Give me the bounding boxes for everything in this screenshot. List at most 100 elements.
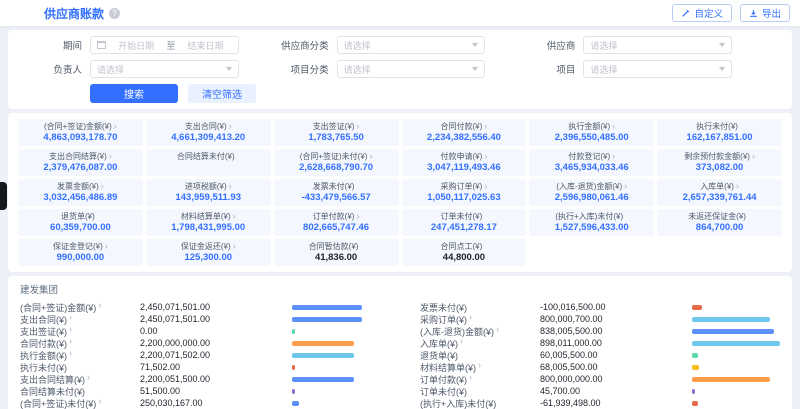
metric-bar-track: [292, 305, 380, 310]
search-button[interactable]: 搜索: [90, 84, 178, 103]
metric-bar-track: [692, 317, 780, 322]
period-daterange-input[interactable]: 开始日期 至 结束日期: [90, 36, 239, 54]
metric-bar: [692, 353, 698, 358]
metric-value: 2,450,071,501.00: [140, 314, 292, 324]
metric-tile[interactable]: 保证金登记(¥)› 990,000.00: [18, 239, 143, 266]
metric-value: -100,016,500.00: [540, 302, 692, 312]
metric-tile[interactable]: 支出签证(¥)› 1,783,765.50: [274, 119, 399, 146]
metric-label: 支出合同(¥)›: [149, 121, 268, 132]
metric-tile[interactable]: 剩余预付款金额(¥)› 373,082.00: [657, 149, 782, 176]
metric-tile[interactable]: 付款登记(¥)› 3,465,934,033.46: [529, 149, 654, 176]
metric-tile[interactable]: 入库单(¥)› 2,657,339,761.44: [657, 179, 782, 206]
metric-tile[interactable]: 执行未付(¥)› 162,167,851.00: [657, 119, 782, 146]
clear-filters-button[interactable]: 清空筛选: [188, 84, 256, 103]
owner-select[interactable]: 请选择: [90, 60, 239, 78]
metric-row[interactable]: 支出签证(¥)› 0.00: [20, 325, 380, 337]
customize-button[interactable]: 自定义: [672, 4, 732, 22]
chevron-right-icon: ›: [612, 121, 615, 131]
metric-bar-track: [292, 377, 380, 382]
help-icon[interactable]: ?: [109, 8, 120, 19]
metric-bar-track: [292, 389, 380, 394]
metric-bar-track: [292, 329, 380, 334]
metric-row[interactable]: 退货单(¥)› 60,005,500.00: [420, 349, 780, 361]
metric-value: 2,200,000,000.00: [140, 338, 292, 348]
metric-tile[interactable]: (执行+入库)未付(¥)› 1,527,596,433.00: [529, 209, 654, 236]
chevron-right-icon: ›: [612, 151, 615, 161]
metric-row[interactable]: 合同结算未付(¥)› 51,500.00: [20, 385, 380, 397]
supplier-category-select[interactable]: 请选择: [337, 36, 486, 54]
metric-label-text: (合同+签证)未付(¥): [20, 397, 96, 409]
metric-tile[interactable]: 材料结算单(¥)› 1,798,431,995.00: [146, 209, 271, 236]
metric-tile[interactable]: (合同+签证)金额(¥)› 4,863,093,178.70: [18, 119, 143, 146]
project-placeholder: 请选择: [590, 63, 617, 76]
metric-tile[interactable]: 支出合同结算(¥)› 2,379,476,087.00: [18, 149, 143, 176]
metric-row[interactable]: 合同付款(¥)› 2,200,000,000.00: [20, 337, 380, 349]
chevron-right-icon: ›: [752, 151, 755, 161]
metric-tile[interactable]: 采购订单(¥)› 1,050,117,025.63: [402, 179, 527, 206]
metric-row[interactable]: 执行未付(¥)› 71,502.00: [20, 361, 380, 373]
metric-row[interactable]: 执行金额(¥)› 2,200,071,502.00: [20, 349, 380, 361]
metric-value: 162,167,851.00: [660, 132, 779, 144]
metric-tile[interactable]: 未返还保证金(¥)› 864,700.00: [657, 209, 782, 236]
metric-label: 未返还保证金(¥)›: [660, 211, 779, 222]
export-label: 导出: [762, 6, 781, 20]
metrics-summary-card: (合同+签证)金额(¥)› 4,863,093,178.70 支出合同(¥)› …: [8, 113, 792, 272]
group-name[interactable]: 建发集团: [20, 282, 780, 296]
metric-tile[interactable]: 退货单(¥)› 60,359,700.00: [18, 209, 143, 236]
metric-label-text: (执行+入库)未付(¥): [555, 212, 623, 221]
metric-tile[interactable]: 订单未付(¥)› 247,451,278.17: [402, 209, 527, 236]
metric-tile[interactable]: 执行金额(¥)› 2,396,550,485.00: [529, 119, 654, 146]
metric-tile[interactable]: 发票未付(¥)› -433,479,566.57: [274, 179, 399, 206]
metric-label: (合同+签证)金额(¥)›: [21, 121, 140, 132]
metric-row[interactable]: 材料结算单(¥)› 68,005,500.00: [420, 361, 780, 373]
metric-tile[interactable]: 合同结算未付(¥)›: [146, 149, 271, 176]
metric-label: 付款登记(¥)›: [532, 151, 651, 162]
metric-tile[interactable]: 合同付款(¥)› 2,234,382,556.40: [402, 119, 527, 146]
supplier-category-label: 供应商分类: [267, 38, 329, 52]
export-button[interactable]: 导出: [740, 4, 790, 22]
page-title: 供应商账款: [44, 5, 104, 22]
metric-label: 入库单(¥)›: [660, 181, 779, 192]
metric-tile[interactable]: 合同点工(¥)› 44,800.00: [402, 239, 527, 266]
metric-value: 898,011,000.00: [540, 338, 692, 348]
metric-tile[interactable]: 订单付款(¥)› 802,665,747.46: [274, 209, 399, 236]
metric-tile[interactable]: 进项税额(¥)› 143,959,511.93: [146, 179, 271, 206]
metric-tile[interactable]: 付款申请(¥)› 3,047,119,493.46: [402, 149, 527, 176]
group-breakdown-card: 建发集团 (合同+签证)金额(¥)› 2,450,071,501.00 支出合同…: [8, 276, 792, 409]
metric-value: 1,050,117,025.63: [405, 192, 524, 204]
chevron-right-icon: ›: [98, 397, 101, 409]
metric-label: 进项税额(¥)›: [149, 181, 268, 192]
metric-row[interactable]: (合同+签证)金额(¥)› 2,450,071,501.00: [20, 301, 380, 313]
chevron-right-icon: ›: [356, 121, 359, 131]
chevron-right-icon: ›: [356, 211, 359, 221]
metric-tile[interactable]: 支出合同(¥)› 4,661,309,413.20: [146, 119, 271, 146]
metric-tile[interactable]: 保证金返还(¥)› 125,300.00: [146, 239, 271, 266]
metric-tile[interactable]: 合同暂估款(¥)› 41,836.00: [274, 239, 399, 266]
metric-label-text: 材料结算单(¥): [181, 212, 231, 221]
metric-label-text: 付款登记(¥): [568, 152, 610, 161]
metric-bar: [692, 341, 780, 346]
metric-tile[interactable]: (合同+签证)未付(¥)› 2,628,668,790.70: [274, 149, 399, 176]
metric-row[interactable]: 发票未付(¥)› -100,016,500.00: [420, 301, 780, 313]
chevron-right-icon: ›: [229, 121, 232, 131]
metric-value: 143,959,511.93: [149, 192, 268, 204]
project-category-select[interactable]: 请选择: [337, 60, 486, 78]
metric-bar: [692, 401, 698, 406]
metric-bar: [292, 401, 299, 406]
metric-row[interactable]: (入库-退货)金额(¥)› 838,005,500.00: [420, 325, 780, 337]
metric-tile[interactable]: (入库-退货)金额(¥)› 2,596,980,061.46: [529, 179, 654, 206]
metric-row[interactable]: 入库单(¥)› 898,011,000.00: [420, 337, 780, 349]
metric-row[interactable]: 支出合同结算(¥)› 2,200,051,500.00: [20, 373, 380, 385]
metric-value: 2,450,071,501.00: [140, 302, 292, 312]
metric-value: 60,359,700.00: [21, 222, 140, 234]
metric-row[interactable]: 订单未付(¥)› 45,700.00: [420, 385, 780, 397]
project-select[interactable]: 请选择: [583, 60, 732, 78]
metric-row[interactable]: 订单付款(¥)› 800,000,000.00: [420, 373, 780, 385]
metric-row[interactable]: (执行+入库)未付(¥)› -61,939,498.00: [420, 397, 780, 409]
metric-row[interactable]: 采购订单(¥)› 800,000,700.00: [420, 313, 780, 325]
metric-row[interactable]: (合同+签证)未付(¥)› 250,030,167.00: [20, 397, 380, 409]
metric-row[interactable]: 支出合同(¥)› 2,450,071,501.00: [20, 313, 380, 325]
metric-tile[interactable]: 发票金额(¥)› 3,032,456,486.89: [18, 179, 143, 206]
drawer-handle[interactable]: [0, 182, 7, 210]
supplier-select[interactable]: 请选择: [583, 36, 732, 54]
